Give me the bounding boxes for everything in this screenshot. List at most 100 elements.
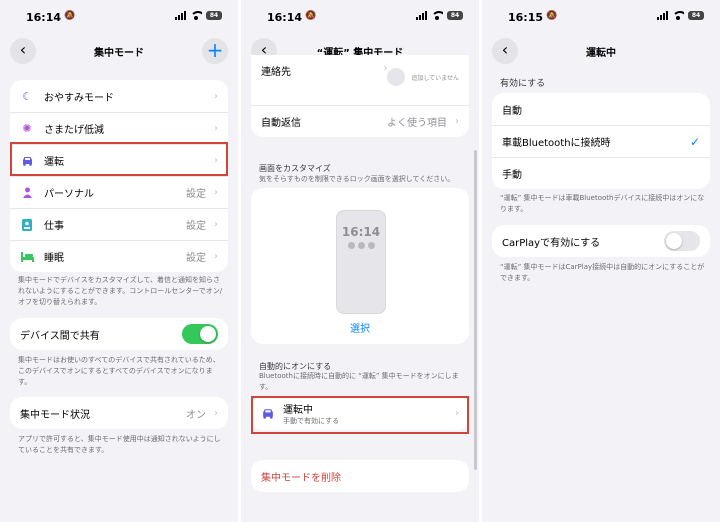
empty-avatar [387,68,406,86]
focus-item-label: おやすみモード [44,92,114,104]
focus-item-value: 設定 [186,253,206,264]
cellular-signal-icon [416,11,427,20]
carplay-footer: “運転” 集中モードはCarPlay接続中は自動的にオンにすることができます。 [500,263,705,282]
widget-dot [367,242,375,249]
option-bluetooth[interactable]: 車載Bluetoothに接続時 ✓ [492,125,710,157]
focus-item-sleep[interactable]: 睡眠 設定 › [10,240,228,272]
focus-item-value: 設定 [186,189,206,200]
chevron-left-icon: ‹ [19,40,27,59]
silent-bell-icon: 🔕 [546,11,558,21]
focus-status-footer: アプリで許可すると、集中モード使用中は通知されないようにしていることを共有できま… [18,435,221,454]
focus-list-screen: 16:14 🔕 84 ‹ 集中モード + ☾ おやすみモード › ✺ さまたげ低… [0,0,238,522]
lock-screen-description: 気をそらすものを制限できるロック画面を選択してください。 [259,175,455,183]
focus-item-label: 睡眠 [44,253,64,264]
share-across-devices-label: デバイス間で共有 [20,330,100,342]
focus-modes-footer: 集中モードでデバイスをカスタマイズして、着信と通知を知らされないようにすることが… [18,276,223,306]
autoreply-label: 自動返信 [261,118,301,129]
battery-icon: 84 [447,11,463,20]
cellular-signal-icon [657,11,668,20]
select-lock-screen-button[interactable]: 選択 [251,320,469,335]
carplay-card: CarPlayで有効にする [492,225,710,257]
lock-screen-time: 16:14 [341,225,381,239]
carplay-toggle[interactable] [664,231,700,251]
screens: 16:14 🔕 84 ‹ 集中モード + ☾ おやすみモード › ✺ さまたげ低… [0,0,720,522]
focus-item-work[interactable]: 仕事 設定 › [10,208,228,240]
option-manual[interactable]: 手動 [492,157,710,189]
page-title: 集中モード [94,48,144,59]
notifications-card: 連絡先 › 追加していません 自動返信 よく使う項目 › [251,55,469,137]
carplay-label: CarPlayで有効にする [502,237,601,249]
focus-item-reduce-interruptions[interactable]: ✺ さまたげ低減 › [10,112,228,144]
delete-focus-button[interactable]: 集中モードを削除 [251,460,469,492]
battery-icon: 84 [688,11,704,20]
checkmark-icon: ✓ [689,134,700,149]
autoreply-row[interactable]: 自動返信 よく使う項目 › [251,105,469,137]
activation-options: 自動 車載Bluetoothに接続時 ✓ 手動 [492,93,710,189]
chevron-left-icon: ‹ [501,40,509,59]
silent-bell-icon: 🔕 [305,11,317,21]
lock-screen-preview[interactable]: 16:14 [336,210,386,314]
activate-header: 有効にする [500,79,546,89]
work-badge-icon [20,218,34,232]
moon-icon: ☾ [22,89,32,103]
contacts-label-line: 連絡先 › [261,63,387,78]
status-bar: 16:14 🔕 84 [241,0,479,30]
contacts-label: 連絡先 [261,67,291,78]
back-button[interactable]: ‹ [492,38,518,64]
status-time: 16:14 [267,11,303,24]
wifi-icon [672,11,684,20]
person-icon [20,186,34,200]
option-label: 手動 [502,170,522,181]
lock-screen-card: 16:14 選択 [251,188,469,344]
silent-bell-icon: 🔕 [64,11,76,21]
focus-item-label: 仕事 [44,221,64,232]
focus-item-value: 設定 [186,221,206,232]
chevron-right-icon: › [214,251,218,262]
focus-item-personal[interactable]: パーソナル 設定 › [10,176,228,208]
share-footer: 集中モードはお使いのすべてのデバイスで共有されているため、このデバイスでオンにす… [18,356,220,386]
chevron-right-icon: › [214,219,218,230]
widget-dot [357,242,365,249]
highlight-box-driving [10,142,228,176]
chevron-right-icon: › [455,116,459,127]
widget-dot [347,242,355,249]
focus-status-label: 集中モード状況 [20,409,90,421]
focus-status-value: オン [186,409,206,421]
focus-item-label: さまたげ低減 [44,125,104,136]
contacts-placeholder: 追加していません [387,68,459,86]
page-title: 運転中 [586,48,616,59]
share-across-devices-toggle[interactable] [182,324,218,344]
status-bar: 16:15 🔕 84 [482,0,720,30]
auto-on-description: Bluetoothに接続時に自動的に “運転” 集中モードをオンにします。 [259,372,459,391]
cellular-signal-icon [175,11,186,20]
back-button[interactable]: ‹ [10,38,36,64]
battery-icon: 84 [206,11,222,20]
status-time: 16:15 [508,11,544,24]
delete-focus-label: 集中モードを削除 [261,472,341,484]
status-bar: 16:14 🔕 84 [0,0,238,30]
focus-status-row[interactable]: 集中モード状況 オン › [10,397,228,429]
option-label: 自動 [502,105,522,117]
wifi-icon [190,11,202,20]
scrollbar[interactable] [474,150,477,470]
contacts-row[interactable]: 連絡先 › 追加していません [251,55,469,105]
wifi-icon [431,11,443,20]
nav-bar: ‹ 運転中 [482,36,720,66]
focus-modes-list: ☾ おやすみモード › ✺ さまたげ低減 › 運転 › パーソナル 設定 › 仕… [10,80,228,272]
toggle-knob [200,326,216,342]
plus-icon: + [206,38,224,62]
option-automatic[interactable]: 自動 [492,93,710,125]
contacts-value: 追加していません [411,74,459,82]
delete-focus-card: 集中モードを削除 [251,460,469,492]
chevron-right-icon: › [214,123,218,134]
widget-dots [337,242,385,249]
share-across-devices-row: デバイス間で共有 [10,318,228,350]
add-focus-button[interactable]: + [202,38,228,64]
autoreply-value: よく使う項目 [387,118,447,129]
chevron-right-icon: › [214,187,218,198]
focus-item-sleep-mode[interactable]: ☾ おやすみモード › [10,80,228,112]
status-time: 16:14 [26,11,62,24]
bed-icon [20,250,34,264]
toggle-knob [666,233,682,249]
option-label: 車載Bluetoothに接続時 [502,138,611,149]
